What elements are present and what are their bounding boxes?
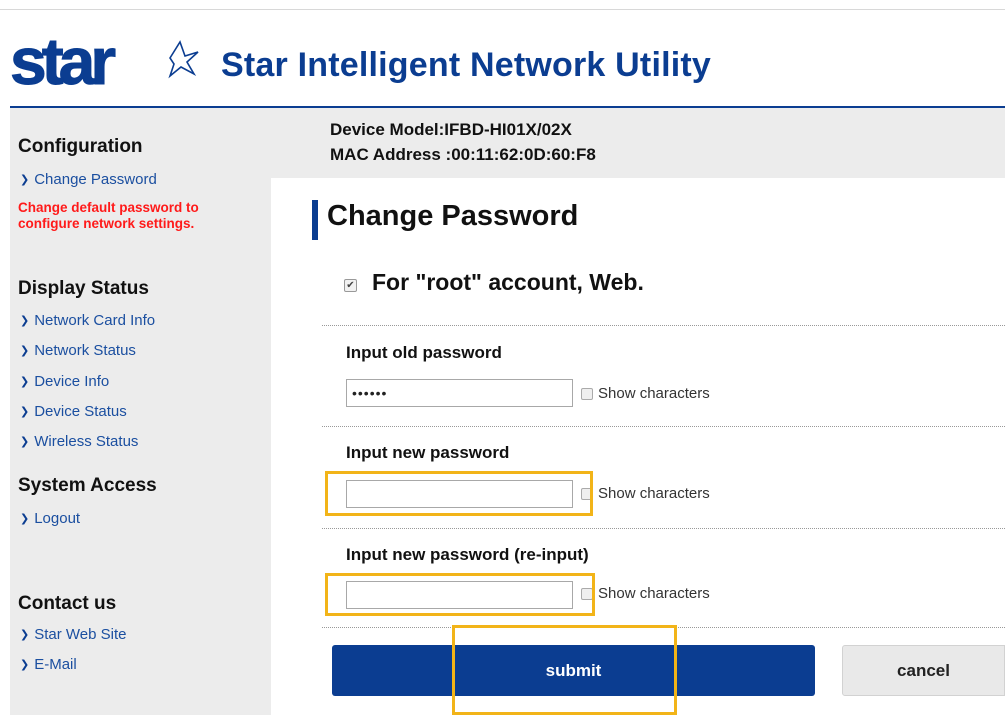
logo-wordmark: star: [10, 36, 115, 92]
old-password-label: Input old password: [346, 343, 502, 362]
sidebar-item-email[interactable]: ❯ E-Mail: [20, 656, 77, 673]
new-password-input[interactable]: [346, 480, 573, 508]
divider: [322, 325, 1005, 326]
star-logo: star: [10, 36, 199, 92]
show-old-password-checkbox[interactable]: [581, 388, 593, 400]
sidebar-item-star-web-site[interactable]: ❯ Star Web Site: [20, 626, 126, 643]
chevron-right-icon: ❯: [20, 513, 30, 525]
sidebar-item-network-card-info[interactable]: ❯ Network Card Info: [20, 312, 155, 329]
sidebar-item-device-info[interactable]: ❯ Device Info: [20, 373, 109, 390]
logo-star-icon: [168, 40, 199, 79]
sidebar-item-label: Star Web Site: [34, 626, 127, 643]
sidebar-item-label: Wireless Status: [34, 433, 139, 450]
chevron-right-icon: ❯: [20, 629, 30, 641]
chevron-right-icon: ❯: [20, 659, 30, 671]
chevron-right-icon: ❯: [20, 174, 30, 186]
sidebar-item-change-password[interactable]: ❯ Change Password: [20, 171, 157, 188]
account-checkbox[interactable]: ✔: [344, 279, 357, 292]
sidebar-item-logout[interactable]: ❯ Logout: [20, 510, 80, 527]
show-old-password-label: Show characters: [598, 385, 710, 402]
new-password-label: Input new password: [346, 443, 510, 462]
mac-address: MAC Address :00:11:62:0D:60:F8: [330, 145, 596, 164]
show-new-password-label: Show characters: [598, 485, 710, 502]
sidebar-heading-configuration: Configuration: [18, 136, 143, 157]
show-confirm-password-checkbox[interactable]: [581, 588, 593, 600]
sidebar-heading-display-status: Display Status: [18, 278, 149, 299]
chevron-right-icon: ❯: [20, 436, 30, 448]
sidebar-item-label: Logout: [34, 510, 81, 527]
page-title: Change Password: [327, 200, 579, 232]
sidebar-item-wireless-status[interactable]: ❯ Wireless Status: [20, 433, 138, 450]
submit-button[interactable]: submit: [332, 645, 815, 696]
sidebar-item-network-status[interactable]: ❯ Network Status: [20, 342, 136, 359]
chevron-right-icon: ❯: [20, 315, 30, 327]
account-label: For "root" account, Web.: [372, 269, 644, 295]
sidebar-heading-contact: Contact us: [18, 593, 117, 614]
show-confirm-password-label: Show characters: [598, 585, 710, 602]
default-password-warning: Change default password to configure net…: [18, 200, 199, 231]
sidebar-item-label: Device Status: [34, 403, 127, 420]
divider: [322, 426, 1005, 427]
divider: [322, 627, 1005, 628]
sidebar-item-label: Change Password: [34, 171, 157, 188]
sidebar: Configuration ❯ Change Password Change d…: [10, 108, 271, 715]
page-title-accent: [312, 200, 318, 240]
sidebar-item-label: Network Card Info: [34, 312, 156, 329]
sidebar-item-device-status[interactable]: ❯ Device Status: [20, 403, 127, 420]
device-model: Device Model:IFBD-HI01X/02X: [330, 120, 572, 139]
show-new-password-checkbox[interactable]: [581, 488, 593, 500]
confirm-password-input[interactable]: [346, 581, 573, 609]
divider: [322, 528, 1005, 529]
device-info-banner: Device Model:IFBD-HI01X/02X MAC Address …: [271, 108, 1005, 178]
cancel-button[interactable]: cancel: [842, 645, 1005, 696]
sidebar-item-label: Network Status: [34, 342, 136, 359]
sidebar-heading-system-access: System Access: [18, 475, 157, 496]
app-title: Star Intelligent Network Utility: [221, 46, 712, 84]
sidebar-item-label: Device Info: [34, 373, 110, 390]
sidebar-item-label: E-Mail: [34, 656, 77, 673]
confirm-password-label: Input new password (re-input): [346, 545, 589, 564]
chevron-right-icon: ❯: [20, 376, 30, 388]
top-border: [0, 0, 1005, 10]
chevron-right-icon: ❯: [20, 345, 30, 357]
old-password-input[interactable]: ••••••: [346, 379, 573, 407]
chevron-right-icon: ❯: [20, 406, 30, 418]
